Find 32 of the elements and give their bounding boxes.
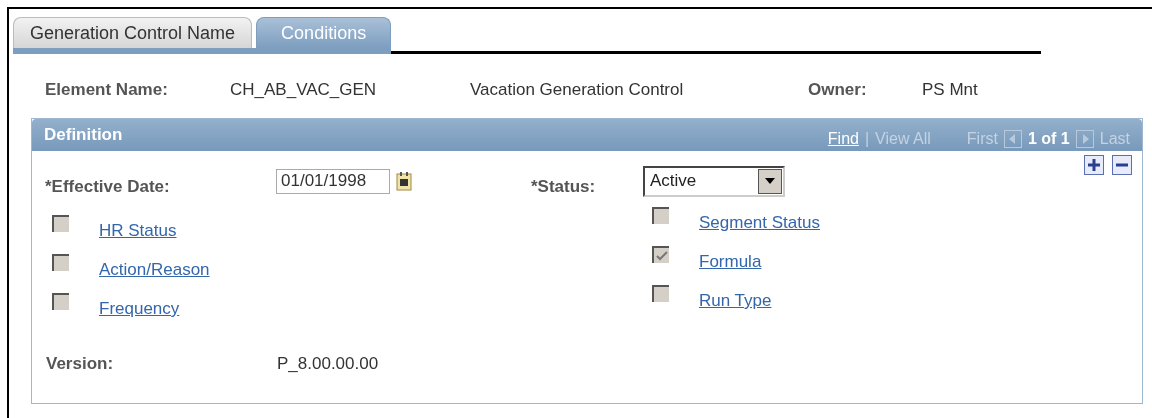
field-label: *Status:: [531, 176, 597, 197]
checkbox[interactable]: [652, 246, 669, 263]
record-counter: 1 of 1: [1027, 130, 1070, 148]
caret-icon: [765, 178, 775, 184]
link[interactable]: Action/Reason: [99, 260, 210, 280]
add-button[interactable]: [1084, 155, 1104, 175]
checkbox[interactable]: [652, 285, 669, 302]
checkbox[interactable]: [652, 207, 669, 224]
calendar-icon[interactable]: [396, 171, 412, 191]
field-value: Vacation Generation Control: [470, 80, 685, 100]
field-label: Owner:: [808, 80, 868, 100]
field-value: P_8.00.00.00: [277, 354, 380, 374]
field-label: Element Name:: [45, 80, 169, 100]
field-label: *Effective Date:: [45, 176, 171, 197]
field-value: CH_AB_VAC_GEN: [230, 80, 378, 100]
checkbox[interactable]: [52, 254, 69, 271]
checkbox[interactable]: [52, 215, 69, 232]
link[interactable]: Run Type: [699, 291, 772, 311]
link[interactable]: Formula: [699, 252, 762, 272]
delete-button[interactable]: [1112, 155, 1132, 175]
status-dropdown[interactable]: Active: [643, 165, 785, 197]
link[interactable]: Segment Status: [699, 213, 820, 233]
field-label: Version:: [46, 354, 115, 374]
panel-title: Definition: [44, 125, 123, 145]
tab[interactable]: Generation Control Name: [13, 17, 253, 48]
link[interactable]: Frequency: [99, 299, 180, 319]
field-value: PS Mnt: [922, 80, 979, 100]
date-field[interactable]: 01/01/1998: [276, 168, 390, 194]
checkbox[interactable]: [52, 293, 69, 310]
plus-icon: [1088, 159, 1100, 171]
link[interactable]: HR Status: [99, 221, 177, 241]
separator: |: [864, 130, 870, 148]
